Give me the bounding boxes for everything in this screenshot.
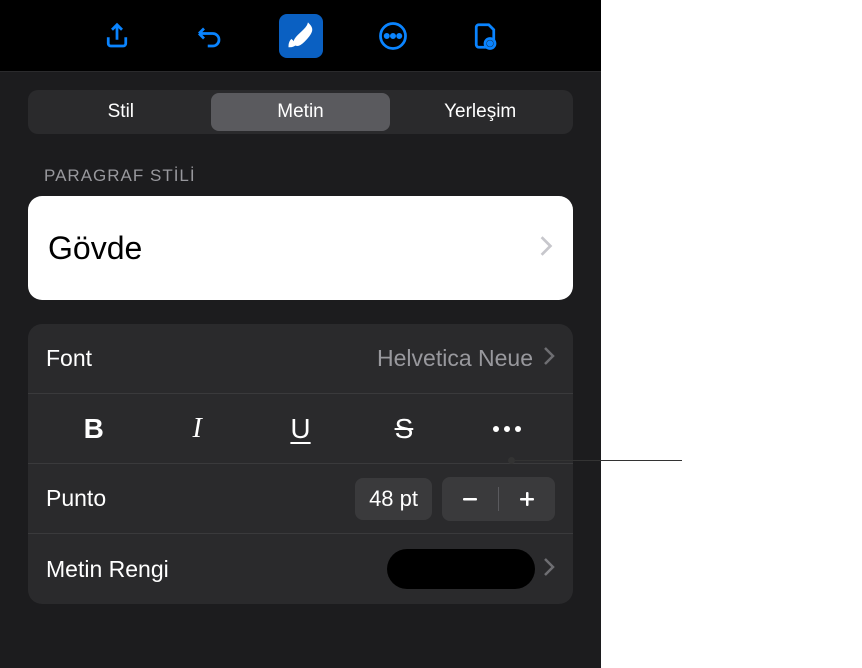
italic-button[interactable]: I [145,394,248,463]
size-decrease-button[interactable] [442,477,498,521]
text-color-label: Metin Rengi [46,556,387,583]
tab-style[interactable]: Stil [31,93,211,131]
italic-label: I [192,413,201,445]
size-increase-button[interactable] [499,477,555,521]
size-value[interactable]: 48 pt [355,478,432,520]
paragraph-style-value: Gövde [48,230,142,267]
bold-label: B [84,413,104,445]
undo-icon[interactable] [187,14,231,58]
strikethrough-button[interactable]: S [352,394,455,463]
text-color-swatch[interactable] [387,549,535,589]
size-stepper [442,477,555,521]
ellipsis-icon [493,426,521,432]
paragraph-style-label: PARAGRAF STİLİ [0,134,601,196]
tabs-container: Stil Metin Yerleşim [0,72,601,134]
font-row[interactable]: Font Helvetica Neue [28,324,573,394]
size-row: Punto 48 pt [28,464,573,534]
strike-label: S [395,413,414,445]
segmented-control: Stil Metin Yerleşim [28,90,573,134]
top-toolbar [0,0,601,72]
size-label: Punto [46,485,355,512]
text-settings-card: Font Helvetica Neue B I U S [28,324,573,604]
underline-button[interactable]: U [249,394,352,463]
underline-label: U [290,413,310,445]
document-view-icon[interactable] [463,14,507,58]
more-formatting-button[interactable] [456,394,559,463]
format-brush-icon[interactable] [279,14,323,58]
tab-arrange[interactable]: Yerleşim [390,93,570,131]
tab-text[interactable]: Metin [211,93,391,131]
callout-line [512,460,682,461]
format-panel: Stil Metin Yerleşim PARAGRAF STİLİ Gövde… [0,0,601,668]
paragraph-style-selector[interactable]: Gövde [28,196,573,300]
bold-button[interactable]: B [42,394,145,463]
format-row: B I U S [28,394,573,464]
chevron-right-icon [539,235,553,262]
font-label: Font [46,345,377,372]
text-color-row[interactable]: Metin Rengi [28,534,573,604]
chevron-right-icon [543,346,555,371]
font-value: Helvetica Neue [377,345,533,372]
more-icon[interactable] [371,14,415,58]
share-icon[interactable] [95,14,139,58]
chevron-right-icon [543,557,555,582]
